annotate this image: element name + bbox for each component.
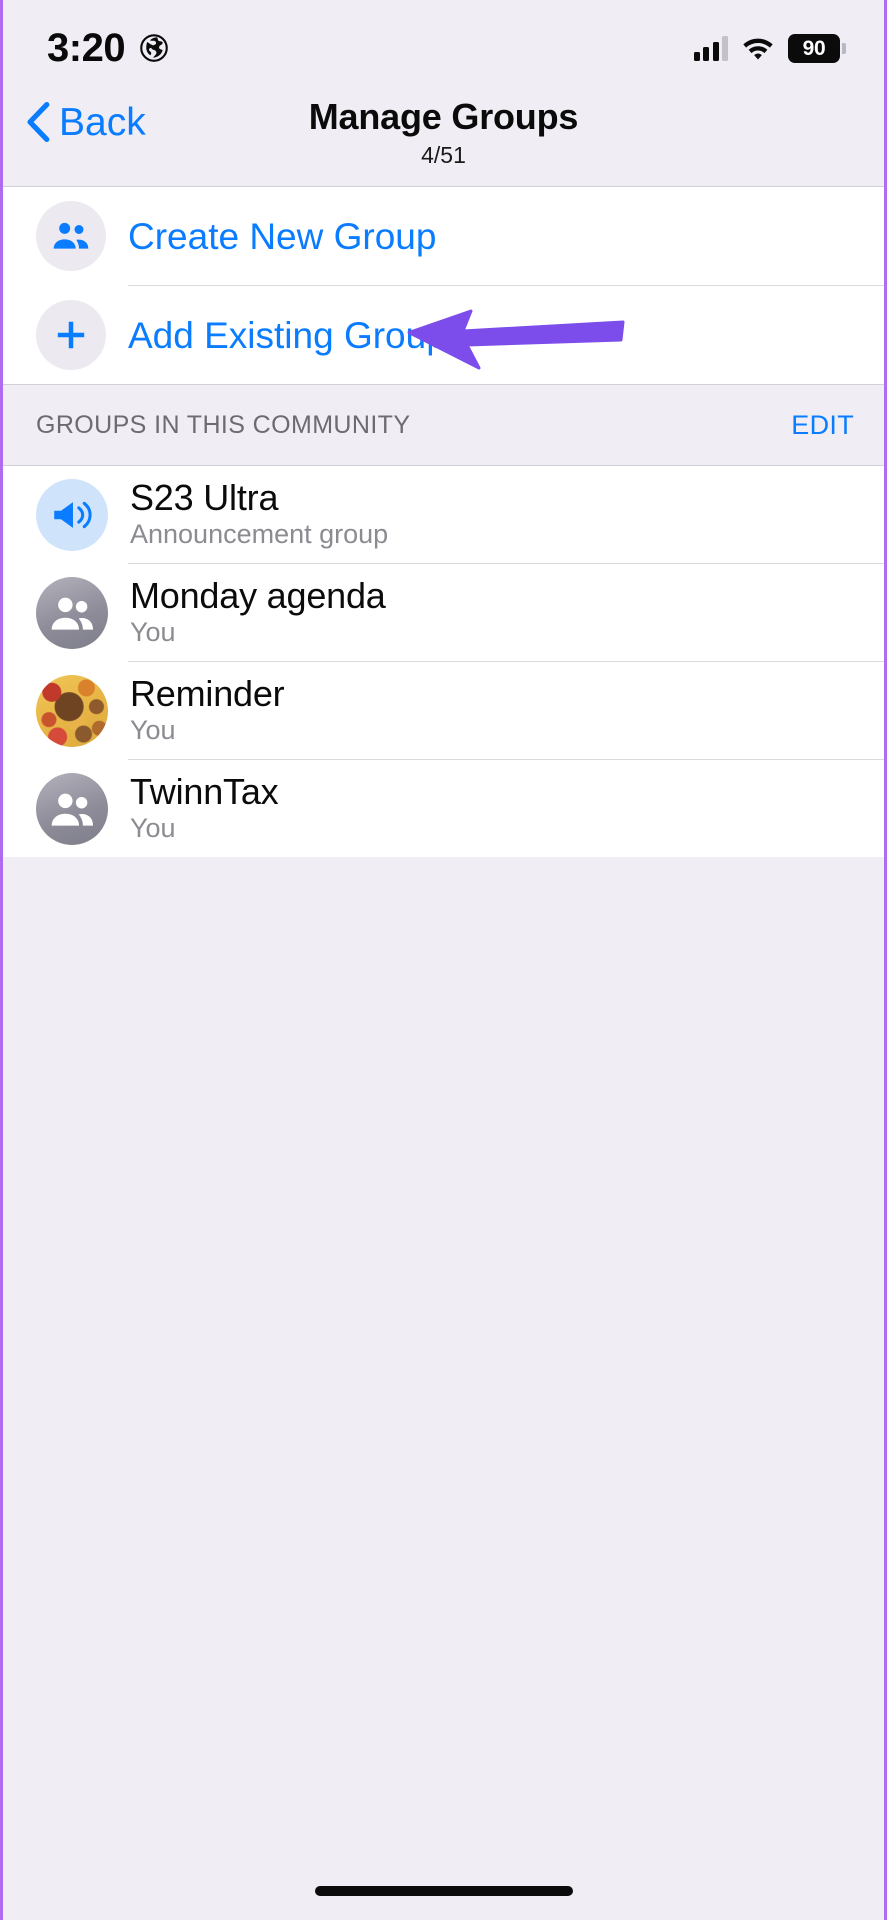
home-indicator-area [3, 1862, 884, 1920]
empty-area [3, 857, 884, 1862]
group-name: S23 Ultra [130, 477, 279, 519]
add-existing-group-label: Add Existing Group [128, 314, 447, 356]
group-text-block: Monday agenda You [130, 577, 386, 647]
status-time: 3:20 [47, 26, 126, 70]
section-header-groups: GROUPS IN THIS COMMUNITY EDIT [3, 384, 884, 466]
group-list: S23 Ultra Announcement group Monday agen… [3, 466, 884, 857]
group-list-item[interactable]: Monday agenda You [3, 564, 884, 661]
back-label: Back [59, 100, 146, 144]
avatar [36, 772, 108, 845]
group-subtitle: Announcement group [130, 519, 389, 550]
chevron-left-icon [25, 102, 51, 142]
add-existing-group-row[interactable]: Add Existing Group [3, 286, 884, 384]
group-subtitle: You [130, 813, 176, 844]
group-list-item[interactable]: TwinnTax You [3, 760, 884, 857]
navigation-bar: Back Manage Groups 4/51 [3, 96, 884, 187]
status-bar-right: 90 [693, 33, 846, 63]
group-name: TwinnTax [130, 771, 279, 813]
phone-screen: 3:20 90 Back Manage Groups 4/51 Create N… [0, 0, 887, 1920]
actions-card: Create New Group Add Existing Group [3, 187, 884, 384]
battery-cap [842, 42, 846, 54]
group-subtitle: You [130, 617, 176, 648]
people-icon [36, 201, 106, 271]
edit-button[interactable]: EDIT [791, 411, 854, 439]
group-list-item[interactable]: S23 Ultra Announcement group [3, 466, 884, 563]
back-button[interactable]: Back [25, 102, 146, 142]
status-bar: 3:20 90 [3, 0, 884, 96]
group-text-block: TwinnTax You [130, 771, 279, 844]
cellular-signal-icon [693, 35, 728, 61]
avatar [36, 576, 108, 649]
create-new-group-label: Create New Group [128, 215, 437, 257]
battery-indicator: 90 [788, 33, 846, 63]
page-subtitle: 4/51 [421, 142, 466, 169]
create-new-group-row[interactable]: Create New Group [3, 187, 884, 285]
group-list-item[interactable]: Reminder You [3, 662, 884, 759]
avatar [36, 674, 108, 747]
group-text-block: S23 Ultra Announcement group [130, 479, 388, 549]
wifi-icon [741, 35, 775, 61]
avatar [36, 478, 108, 551]
plus-icon [36, 300, 106, 370]
battery-body: 90 [788, 33, 840, 63]
group-text-block: Reminder You [130, 673, 285, 746]
group-name: Reminder [130, 673, 285, 715]
group-name: Monday agenda [130, 575, 386, 617]
group-subtitle: You [130, 715, 176, 746]
status-bar-left: 3:20 [47, 28, 169, 68]
globe-icon [139, 33, 169, 63]
battery-level-text: 90 [802, 36, 826, 60]
home-indicator[interactable] [314, 1886, 573, 1896]
section-title: GROUPS IN THIS COMMUNITY [36, 410, 411, 439]
